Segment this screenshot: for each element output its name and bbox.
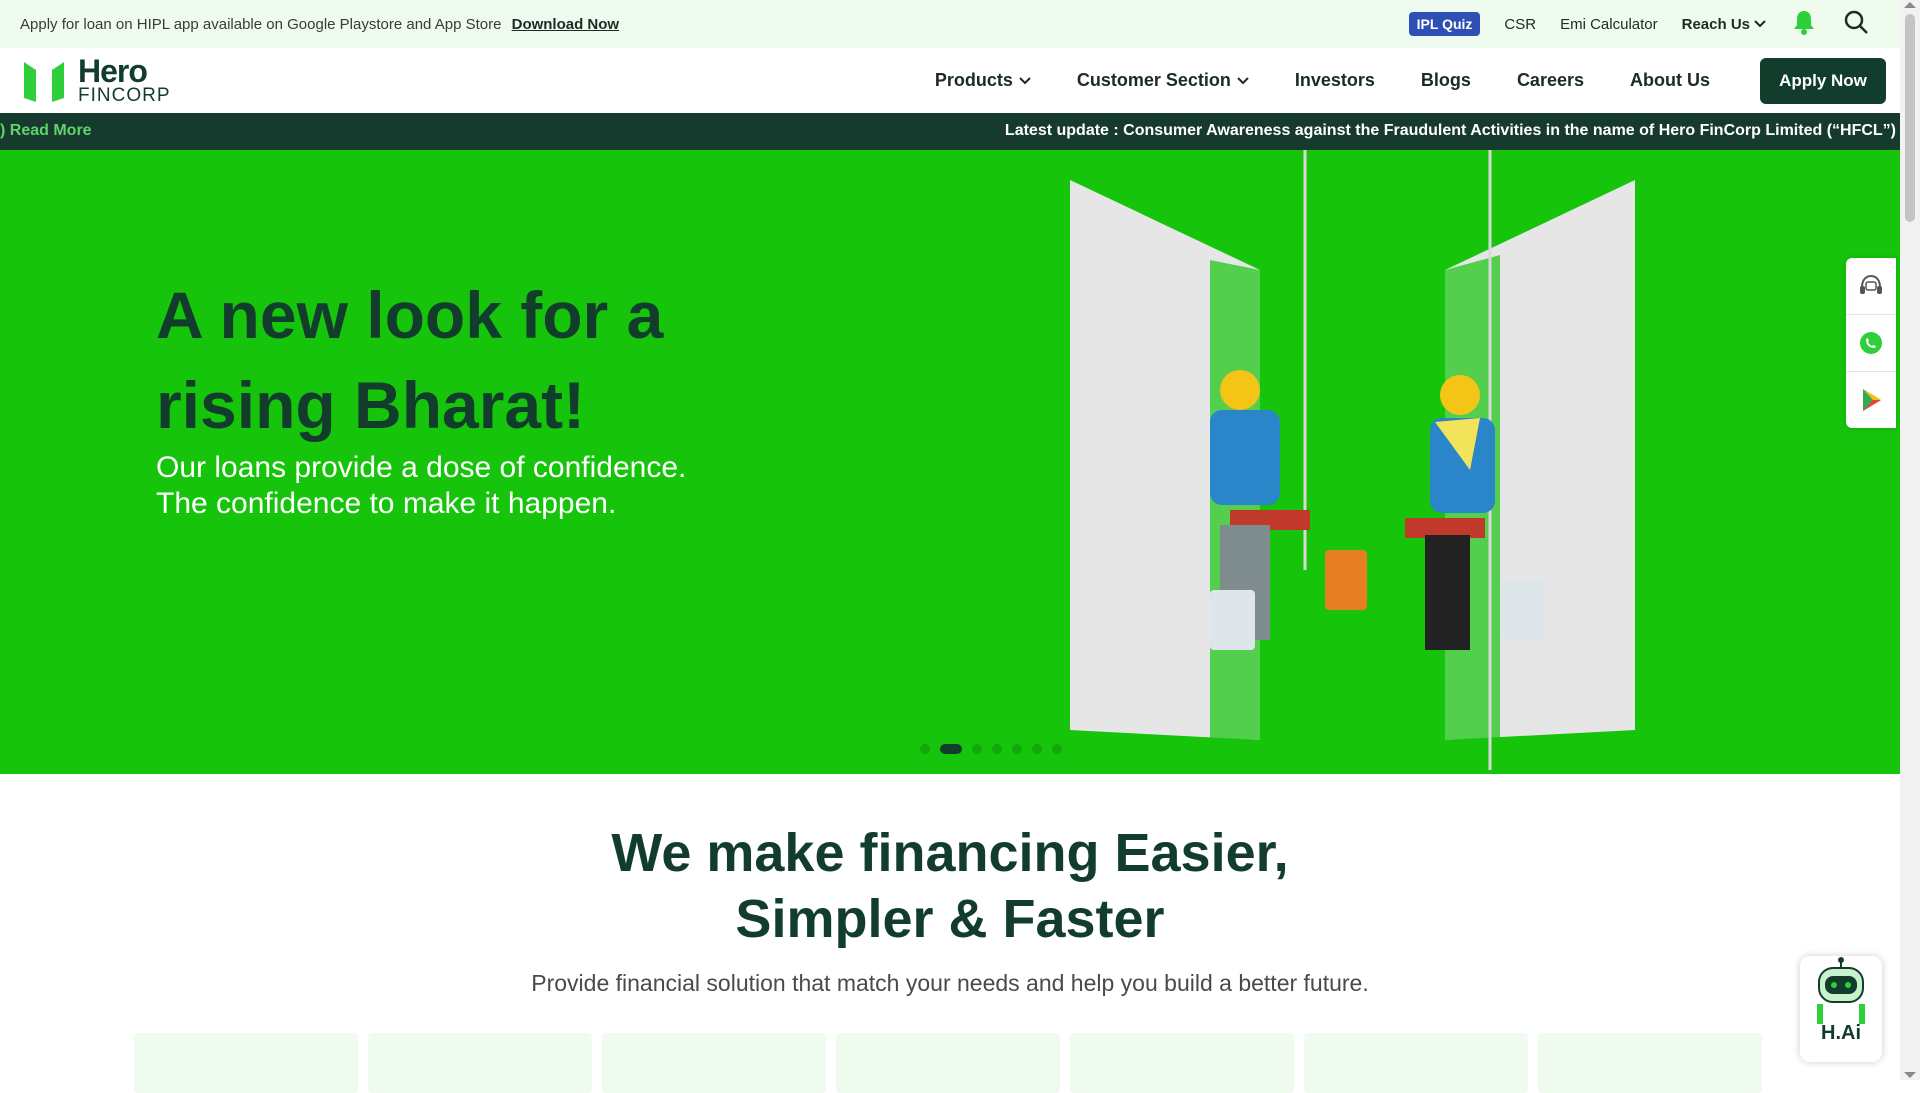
product-card[interactable] — [836, 1033, 1060, 1093]
ipl-quiz-button[interactable]: IPL Quiz — [1408, 12, 1481, 36]
chevron-down-icon — [1754, 20, 1766, 28]
scroll-up-arrow-icon[interactable] — [1904, 2, 1916, 8]
announcement-text-wrap: Apply for loan on HIPL app available on … — [20, 16, 619, 33]
main-header: Hero FINCORP Products Customer Section I… — [0, 48, 1900, 113]
intro-title-line1: We make financing Easier, — [611, 823, 1289, 883]
download-now-link[interactable]: Download Now — [512, 16, 620, 33]
search-icon[interactable] — [1842, 8, 1870, 40]
slider-dot-6[interactable] — [1032, 744, 1042, 754]
play-store-icon[interactable] — [1846, 372, 1896, 428]
slider-dot-3[interactable] — [972, 744, 982, 754]
scrollbar-thumb[interactable] — [1905, 14, 1915, 222]
nav-careers[interactable]: Careers — [1517, 70, 1584, 91]
logo-mark-icon — [24, 62, 64, 102]
whatsapp-icon[interactable] — [1846, 315, 1896, 372]
news-ticker: ) Read More Latest update : Consumer Awa… — [0, 113, 1900, 150]
hero-subtitle-line1: Our loans provide a dose of confidence. — [156, 451, 687, 484]
slider-dot-1[interactable] — [920, 744, 930, 754]
nav-about-us[interactable]: About Us — [1630, 70, 1710, 91]
product-cards — [134, 1033, 1762, 1093]
nav-blogs[interactable]: Blogs — [1421, 70, 1471, 91]
ticker-latest-update[interactable]: Latest update : Consumer Awareness again… — [1005, 122, 1896, 140]
reach-us-dropdown[interactable]: Reach Us — [1682, 16, 1766, 33]
top-announcement-bar: Apply for loan on HIPL app available on … — [0, 0, 1900, 48]
csr-link[interactable]: CSR — [1504, 16, 1536, 33]
nav-customer-section[interactable]: Customer Section — [1077, 70, 1249, 91]
slider-dot-2[interactable] — [940, 744, 962, 754]
product-card[interactable] — [1538, 1033, 1762, 1093]
product-card[interactable] — [602, 1033, 826, 1093]
chatbot-widget[interactable]: H.Ai — [1800, 956, 1882, 1062]
nav-products[interactable]: Products — [935, 70, 1031, 91]
slider-dots — [920, 744, 1062, 754]
hero-fincorp-logo[interactable]: Hero FINCORP — [24, 53, 171, 106]
hero-subtitle-line2: The confidence to make it happen. — [156, 487, 617, 520]
chevron-down-icon — [1237, 76, 1249, 84]
slider-dot-4[interactable] — [992, 744, 1002, 754]
support-agent-icon[interactable] — [1846, 258, 1896, 315]
hero-subtitle: Our loans provide a dose of confidence. … — [156, 450, 856, 522]
logo-word-fincorp: FINCORP — [78, 85, 171, 106]
product-card[interactable] — [368, 1033, 592, 1093]
robot-icon — [1817, 957, 1865, 1024]
chatbot-label: H.Ai — [1821, 1022, 1861, 1044]
intro-title: We make financing Easier, Simpler & Fast… — [0, 820, 1900, 952]
floating-contact-bar — [1846, 258, 1896, 428]
product-card[interactable] — [1070, 1033, 1294, 1093]
nav-products-label: Products — [934, 70, 1013, 90]
page-scrollbar[interactable] — [1900, 0, 1920, 1080]
main-nav: Products Customer Section Investors Blog… — [935, 48, 1710, 113]
top-utility-links: IPL Quiz CSR Emi Calculator Reach Us — [1408, 8, 1870, 40]
apply-now-button[interactable]: Apply Now — [1760, 58, 1886, 104]
nav-investors[interactable]: Investors — [1295, 70, 1375, 91]
reach-us-label: Reach Us — [1681, 15, 1750, 33]
slider-dot-5[interactable] — [1012, 744, 1022, 754]
scroll-down-arrow-icon[interactable] — [1904, 1072, 1916, 1078]
hero-painters-illustration — [1070, 150, 1635, 770]
notification-bell-icon[interactable] — [1790, 8, 1818, 40]
intro-subtitle: Provide financial solution that match yo… — [531, 970, 1369, 996]
nav-customer-section-label: Customer Section — [1076, 70, 1231, 90]
ticker-read-more-link[interactable]: ) Read More — [0, 122, 92, 140]
hero-banner[interactable]: A new look for a rising Bharat! Our loan… — [0, 150, 1900, 774]
hero-title: A new look for a rising Bharat! — [156, 278, 664, 442]
slider-dot-7[interactable] — [1052, 744, 1062, 754]
announcement-message: Apply for loan on HIPL app available on … — [20, 15, 502, 33]
product-card[interactable] — [1304, 1033, 1528, 1093]
intro-title-line2: Simpler & Faster — [735, 889, 1165, 949]
chevron-down-icon — [1019, 76, 1031, 84]
product-card[interactable] — [134, 1033, 358, 1093]
logo-text: Hero FINCORP — [78, 53, 171, 106]
emi-calculator-link[interactable]: Emi Calculator — [1560, 16, 1658, 33]
logo-word-hero: Hero — [78, 53, 148, 89]
intro-section: We make financing Easier, Simpler & Fast… — [0, 820, 1900, 997]
